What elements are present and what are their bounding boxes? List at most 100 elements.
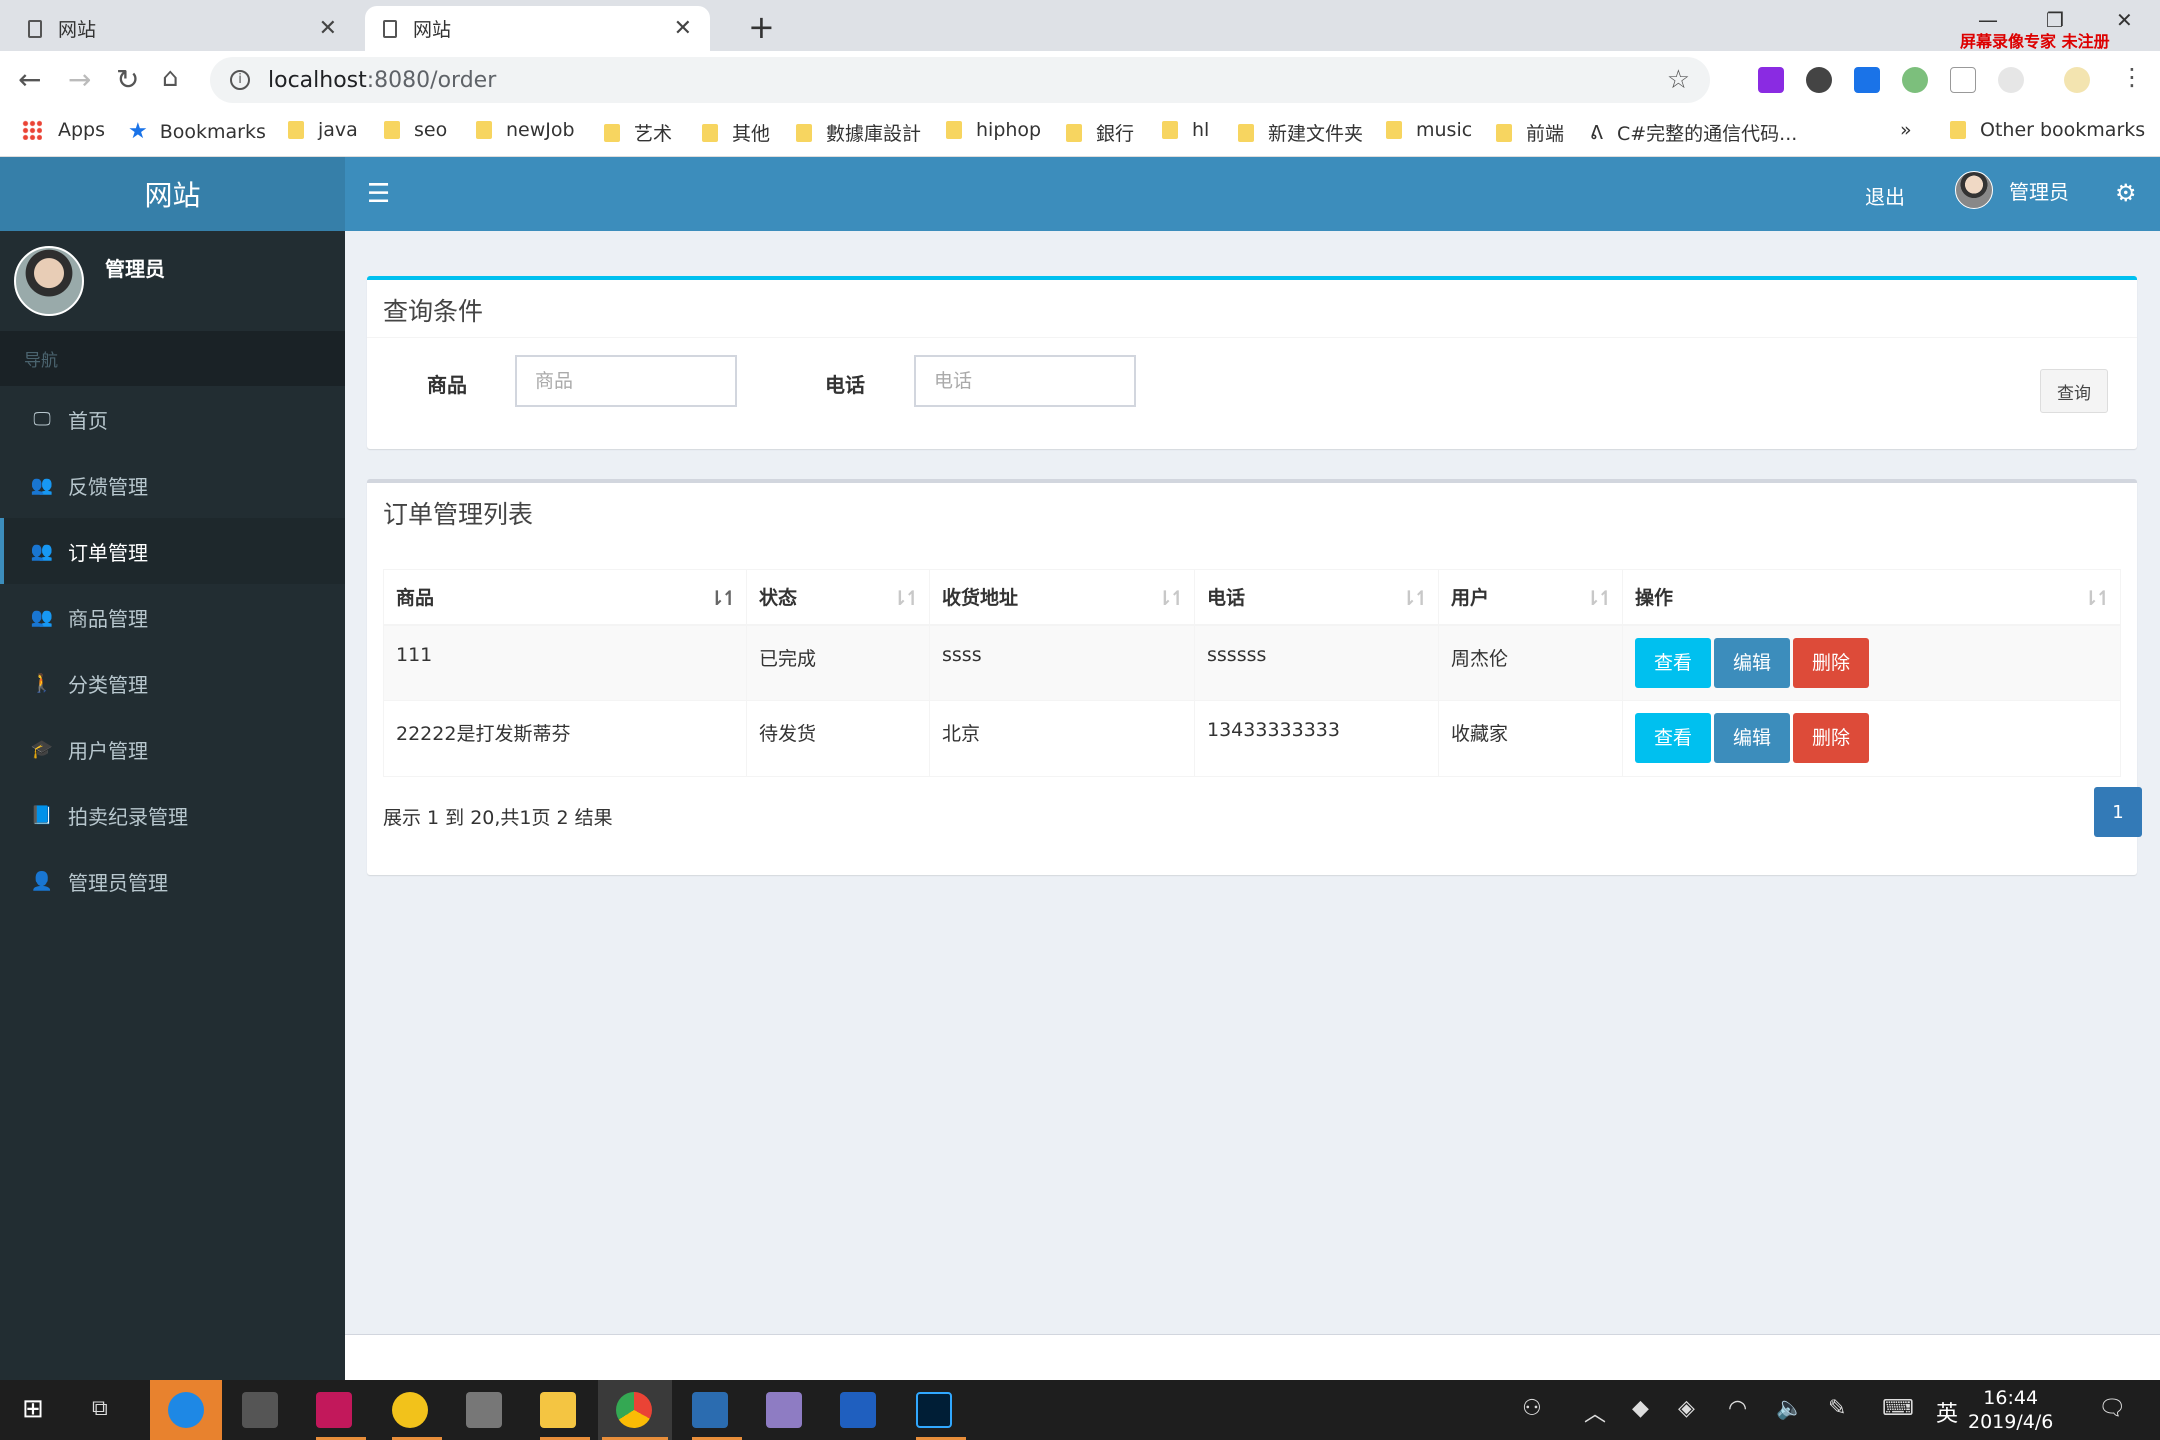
product-search-input[interactable] [515,355,737,407]
sidebar-item-feedback[interactable]: 👥 反馈管理 [0,452,345,518]
edit-button[interactable]: 编辑 [1714,637,1791,688]
gears-icon[interactable]: ⚙ [2115,179,2137,207]
sort-icon[interactable]: ⇂↿ [1400,586,1429,610]
delete-button[interactable]: 删除 [1793,637,1870,688]
bookmark-star-icon[interactable]: ☆ [1667,65,1690,95]
sort-icon[interactable]: ⇂↿ [1156,586,1185,610]
back-icon[interactable]: ← [18,63,41,96]
bookmark-folder[interactable]: 艺术 [604,119,672,146]
user-menu[interactable]: 管理员 [1955,171,2069,209]
wifi-icon[interactable]: ◠ [1728,1396,1747,1421]
tray-app-icon[interactable]: ◈ [1678,1396,1695,1421]
info-icon[interactable]: i [230,70,250,90]
edit-button[interactable]: 编辑 [1714,713,1791,763]
tray-app-icon[interactable]: ◆ [1632,1396,1649,1421]
profile-avatar-icon[interactable] [2064,67,2090,93]
notification-icon[interactable]: 🗨 [2098,1396,2126,1421]
browser-tab-2[interactable]: 网站 ✕ [365,6,710,51]
incognito-extension-icon[interactable] [1806,67,1832,93]
bookmark-folder[interactable]: 其他 [702,119,770,146]
bookmark-bookmarks[interactable]: ★ Bookmarks [128,119,266,144]
bookmark-folder[interactable]: hl [1162,119,1209,141]
monitor-icon: 🖵 [33,408,51,430]
bookmark-folder[interactable]: seo [384,119,447,141]
pen-icon[interactable]: ✎ [1828,1396,1846,1421]
bookmark-folder[interactable]: 銀行 [1066,119,1134,146]
delete-button[interactable]: 删除 [1793,713,1870,763]
sublime-text-icon[interactable] [242,1392,278,1428]
bookmark-folder[interactable]: music [1386,119,1472,141]
system-clock[interactable]: 16:44 2019/4/6 [1968,1386,2053,1434]
column-header-user[interactable]: 用户 ⇂↿ [1438,569,1623,626]
sidebar-item-admins[interactable]: 👤 管理员管理 [0,848,345,914]
keyboard-icon[interactable]: ⌨ [1882,1396,1914,1421]
logout-link[interactable]: 退出 [1865,181,1905,210]
bookmark-other[interactable]: Other bookmarks [1950,119,2145,141]
powershell-icon[interactable] [840,1392,876,1428]
home-icon[interactable]: ⌂ [162,63,179,93]
browser-tab-1[interactable]: 网站 ✕ [10,6,355,51]
address-bar[interactable]: i localhost:8080/order ☆ [210,57,1710,103]
column-header-actions[interactable]: 操作 ⇂↿ [1622,569,2121,626]
app-icon[interactable] [766,1392,802,1428]
pagination-page-button[interactable]: 1 [2094,787,2142,837]
sidebar-item-orders[interactable]: 👥 订单管理 [0,518,345,584]
sort-asc-icon[interactable]: ⇂↿ [708,586,737,610]
file-explorer-icon[interactable] [540,1392,576,1428]
app-icon[interactable] [168,1392,204,1428]
bookmark-folder[interactable]: 數據庫設計 [796,119,921,146]
app-icon[interactable] [392,1392,428,1428]
json-extension-icon[interactable] [1950,67,1976,93]
document-icon [28,19,42,38]
bookmark-folder[interactable]: 新建文件夹 [1238,119,1363,146]
sidebar-item-categories[interactable]: 🚶 分类管理 [0,650,345,716]
app-icon[interactable] [466,1392,502,1428]
bookmarks-overflow-button[interactable]: » [1900,119,1912,141]
close-tab-icon[interactable]: ✕ [674,16,692,41]
bookmark-folder[interactable]: newJob [476,119,575,141]
close-window-icon[interactable]: ✕ [2116,8,2133,32]
bookmark-folder[interactable]: java [288,119,358,141]
query-button[interactable]: 查询 [2040,369,2108,413]
kebab-menu-icon[interactable]: ⋮ [2120,63,2144,91]
bookmark-folder[interactable]: 前端 [1496,119,1564,146]
column-header-status[interactable]: 状态 ⇂↿ [746,569,930,626]
ime-indicator[interactable]: 英 [1936,1396,1958,1428]
bookmark-link[interactable]: ᕕ C#完整的通信代码... [1590,119,1797,146]
sidebar-item-users[interactable]: 🎓 用户管理 [0,716,345,782]
app-icon[interactable] [692,1392,728,1428]
chevron-up-icon[interactable]: ︿ [1584,1396,1606,1428]
chrome-icon[interactable] [616,1392,652,1428]
sidebar-toggle-icon[interactable]: ☰ [367,179,390,209]
bookmark-apps[interactable]: Apps [22,119,105,141]
bookmark-folder[interactable]: hiphop [946,119,1041,141]
sort-icon[interactable]: ⇂↿ [1584,586,1613,610]
axure-extension-icon[interactable] [1758,67,1784,93]
phone-search-input[interactable] [914,355,1136,407]
windows-start-icon[interactable]: ⊞ [22,1394,44,1424]
volume-icon[interactable]: 🔈 [1776,1396,1803,1421]
task-view-icon[interactable]: ⧉ [92,1396,108,1421]
folder-icon [1950,121,1966,139]
column-header-phone[interactable]: 电话 ⇂↿ [1194,569,1439,626]
sidebar-item-home[interactable]: 🖵 首页 [0,386,345,452]
new-tab-button[interactable]: + [748,8,775,46]
photoshop-icon[interactable] [916,1392,952,1428]
green-extension-icon[interactable] [1902,67,1928,93]
close-tab-icon[interactable]: ✕ [319,16,337,41]
sort-icon[interactable]: ⇂↿ [2082,586,2111,610]
column-header-product[interactable]: 商品 ⇂↿ [383,569,747,626]
app-logo[interactable]: 网站 [0,157,345,231]
people-icon[interactable]: ⚇ [1522,1396,1542,1421]
sidebar-item-products[interactable]: 👥 商品管理 [0,584,345,650]
view-button[interactable]: 查看 [1635,713,1712,763]
sidebar-item-auction-records[interactable]: 📘 拍卖纪录管理 [0,782,345,848]
reload-icon[interactable]: ↻ [116,63,139,96]
sort-icon[interactable]: ⇂↿ [891,586,920,610]
extension-icon[interactable] [1998,67,2024,93]
forward-icon[interactable]: → [68,63,91,96]
column-header-address[interactable]: 收货地址 ⇂↿ [929,569,1195,626]
view-button[interactable]: 查看 [1635,637,1712,688]
intellij-icon[interactable] [316,1392,352,1428]
pocket-extension-icon[interactable] [1854,67,1880,93]
